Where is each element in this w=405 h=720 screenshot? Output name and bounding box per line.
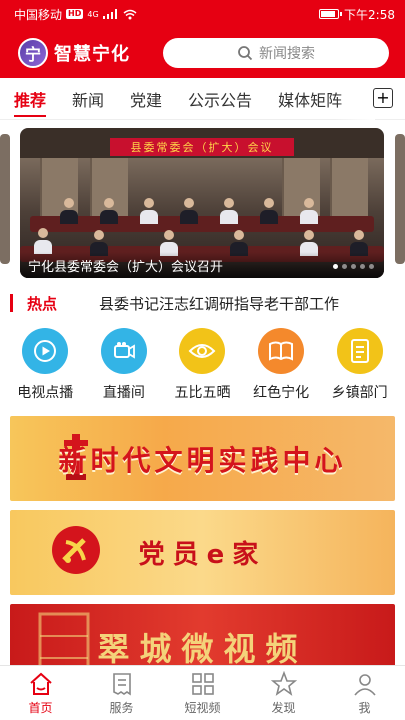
feed: 县委常委会（扩大）会议 宁化县委常委会（扩大）会议召开 热点 县委书记汪志红调研… <box>0 120 405 665</box>
tab-news[interactable]: 新闻 <box>72 78 104 120</box>
carousel-dot <box>333 264 338 269</box>
home-icon <box>29 672 52 695</box>
meeting-banner: 县委常委会（扩大）会议 <box>110 138 294 156</box>
carousel-indicator <box>333 264 374 269</box>
tab-recommend[interactable]: 推荐 <box>14 78 47 120</box>
carousel-dot <box>369 264 374 269</box>
carousel-dot <box>360 264 365 269</box>
camera-icon <box>100 328 147 374</box>
quick-link-label: 直播间 <box>102 385 145 401</box>
clock: 下午2:58 <box>344 7 395 22</box>
quick-link-label: 电视点播 <box>17 385 74 401</box>
logo-icon: 宁 <box>18 38 48 68</box>
nav-label: 发现 <box>271 700 296 715</box>
quick-link-label: 红色宁化 <box>253 385 310 401</box>
news-carousel[interactable]: 县委常委会（扩大）会议 宁化县委常委会（扩大）会议召开 <box>20 128 384 278</box>
quick-link-label: 五比五晒 <box>174 385 231 401</box>
search-icon <box>238 46 253 61</box>
hot-label: 热点 <box>27 294 58 313</box>
quick-link-compare-show[interactable]: 五比五晒 <box>164 328 240 408</box>
eye-icon <box>179 328 226 374</box>
quick-link-red-ninghua[interactable]: 红色宁化 <box>243 328 319 408</box>
add-channel-icon[interactable]: + <box>373 88 393 108</box>
nav-short-video[interactable]: 短视频 <box>162 666 243 720</box>
network-type: 4G <box>87 9 99 19</box>
carrier-label: 中国移动 <box>14 7 63 22</box>
tab-party[interactable]: 党建 <box>130 78 162 120</box>
tab-announcements[interactable]: 公示公告 <box>188 78 252 120</box>
hd-badge: HD <box>66 9 84 19</box>
quick-link-township-depts[interactable]: 乡镇部门 <box>322 328 398 408</box>
carousel-prev-peek[interactable] <box>0 134 10 264</box>
search-input[interactable]: 新闻搜索 <box>163 38 389 68</box>
nav-home[interactable]: 首页 <box>0 666 81 720</box>
carousel-dot <box>342 264 347 269</box>
battery-icon <box>319 9 343 19</box>
bottom-navigation: 首页 服务 短视频 发现 我 <box>0 665 405 720</box>
user-icon <box>353 673 376 696</box>
nav-me[interactable]: 我 <box>324 666 405 720</box>
carousel-next-peek[interactable] <box>395 134 405 264</box>
nav-label: 首页 <box>28 700 53 715</box>
nav-discover[interactable]: 发现 <box>243 666 324 720</box>
promo-civilization-center[interactable]: 新时代文明实践中心 <box>10 416 395 501</box>
hot-news-ticker[interactable]: 热点 县委书记汪志红调研指导老干部工作 <box>0 288 405 318</box>
nav-label: 短视频 <box>184 700 221 715</box>
search-placeholder: 新闻搜索 <box>259 46 315 62</box>
quick-link-live-room[interactable]: 直播间 <box>86 328 162 408</box>
tab-media-matrix[interactable]: 媒体矩阵 <box>278 78 342 120</box>
hot-headline: 县委书记汪志红调研指导老干部工作 <box>99 294 340 313</box>
app-name: 智慧宁化 <box>54 44 130 65</box>
nav-service[interactable]: 服务 <box>81 666 162 720</box>
promo-cuicheng-micro-video[interactable]: 翠城微视频 <box>10 604 395 665</box>
wifi-icon <box>123 9 137 19</box>
quick-link-tv-vod[interactable]: 电视点播 <box>7 328 83 408</box>
category-tabs: 推荐 新闻 党建 公示公告 媒体矩阵 + <box>0 78 405 120</box>
receipt-icon <box>112 672 131 695</box>
carousel-dot <box>351 264 356 269</box>
tv-play-icon <box>22 328 69 374</box>
status-bar: 中国移动 HD 4G 下午2:58 <box>0 0 405 28</box>
film-strip-icon <box>38 612 90 665</box>
quick-links: 电视点播 直播间 五比五晒 红色宁化 乡镇部门 <box>0 328 405 408</box>
promo-title: 党员e家 <box>138 540 267 570</box>
grid-icon <box>191 672 214 695</box>
carousel-caption: 宁化县委常委会（扩大）会议召开 <box>28 259 224 275</box>
signal-icon <box>102 9 117 19</box>
app-logo[interactable]: 宁 智慧宁化 <box>18 38 130 68</box>
promo-title: 翠城微视频 <box>97 629 308 666</box>
promo-party-member-home[interactable]: 党员e家 <box>10 510 395 595</box>
nav-label: 服务 <box>109 700 134 715</box>
quick-link-label: 乡镇部门 <box>331 385 388 401</box>
party-emblem-icon <box>52 526 100 574</box>
book-icon <box>258 328 305 374</box>
document-icon <box>336 328 383 374</box>
star-icon <box>270 670 297 696</box>
promo-title: 新时代文明实践中心 <box>58 443 347 477</box>
nav-label: 我 <box>358 700 371 715</box>
app-header: 中国移动 HD 4G 下午2:58 宁 智慧宁化 新闻搜索 <box>0 0 405 78</box>
